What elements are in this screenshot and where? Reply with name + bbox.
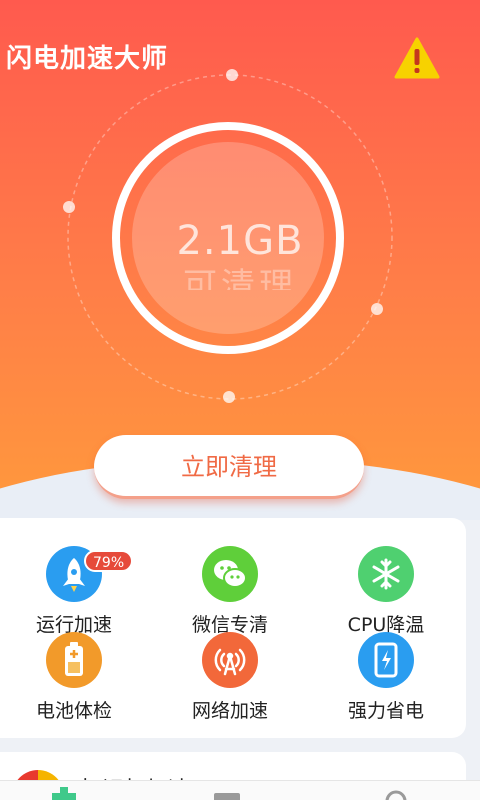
- orbit-dot: [226, 69, 238, 81]
- tool-label: 强力省电: [347, 700, 424, 722]
- tools-grid: 79% 运行加速 微信专清 CPU降温 电池体检 网络加速 强力省电: [0, 518, 466, 738]
- tool-label: 电池体检: [35, 700, 112, 722]
- tool-label: 网络加速: [191, 700, 268, 722]
- home-tab-icon[interactable]: [48, 785, 80, 800]
- tool-network-boost[interactable]: 网络加速: [156, 626, 306, 722]
- phone-power-icon: [358, 632, 414, 688]
- warning-triangle-icon: [394, 37, 440, 79]
- tool-wechat-clean[interactable]: 微信专清: [156, 540, 306, 636]
- orbit-dot: [223, 391, 235, 403]
- bottom-tab-bar: [0, 780, 480, 800]
- app-title: 闪电加速大师: [6, 44, 169, 74]
- search-tab-icon[interactable]: [380, 785, 412, 800]
- tool-power-save[interactable]: 强力省电: [312, 626, 462, 722]
- orbit-dot: [371, 303, 383, 315]
- warning-button[interactable]: [394, 36, 440, 80]
- cleanable-size: 2.1GB: [176, 218, 304, 264]
- wechat-icon: [202, 546, 258, 602]
- tool-cpu-cool[interactable]: CPU降温: [312, 540, 462, 636]
- clean-now-button[interactable]: 立即清理: [94, 435, 364, 499]
- battery-icon: [46, 632, 102, 688]
- orbit-dot: [63, 201, 75, 213]
- gauge-inner: 2.1GB 可清理: [132, 142, 324, 334]
- snowflake-icon: [358, 546, 414, 602]
- cleanable-caption: 可清理: [183, 266, 297, 290]
- media-tab-icon[interactable]: [212, 785, 244, 800]
- storage-gauge[interactable]: 2.1GB 可清理: [112, 122, 344, 354]
- signal-tower-icon: [202, 632, 258, 688]
- tool-run-boost[interactable]: 79% 运行加速: [0, 540, 150, 636]
- run-boost-badge: 79%: [84, 550, 134, 572]
- tool-battery-check[interactable]: 电池体检: [0, 626, 150, 722]
